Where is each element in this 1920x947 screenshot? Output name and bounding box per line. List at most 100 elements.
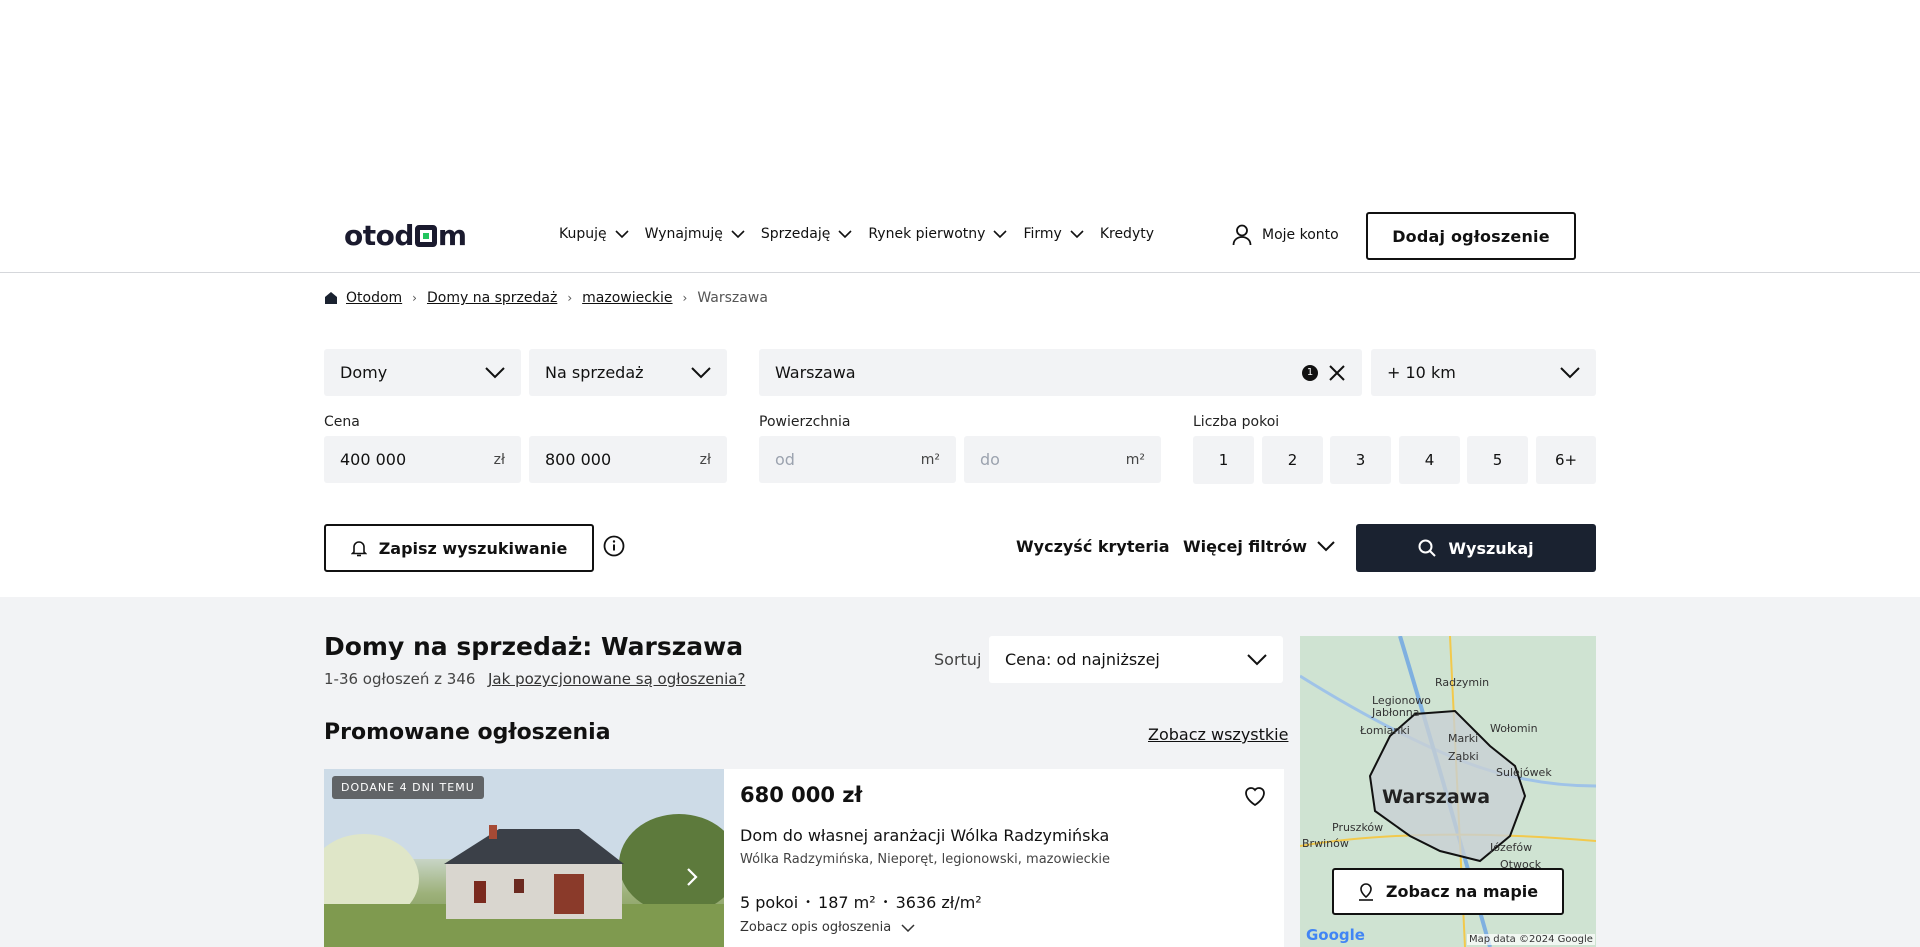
account-link[interactable]: Moje konto [1232,224,1339,246]
bullet-separator: • [805,897,812,908]
chevron-down-icon [1070,229,1084,238]
otodom-logo[interactable]: otod m [344,219,467,252]
show-map-button[interactable]: Zobacz na mapie [1332,868,1564,915]
listing-address: Wólka Radzymińska, Nieporęt, legionowski… [740,852,1110,867]
radius-select[interactable]: + 10 km [1371,349,1596,396]
nav-label: Kredyty [1099,226,1155,242]
see-all-link[interactable]: Zobacz wszystkie [1148,725,1288,744]
search-icon [1418,539,1437,557]
map-place: Pruszków [1332,821,1384,834]
home-icon [325,292,337,304]
map-place: Józefów [1490,841,1533,854]
transaction-value: Na sprzedaż [545,363,644,382]
map-attribution: Map data ©2024 Google [1467,934,1595,945]
chevron-down-icon [691,366,711,378]
listing-area: 187 m² [818,893,876,912]
nav-wynajmuje[interactable]: Wynajmuję [645,226,745,242]
currency-unit: zł [699,451,711,468]
rooms-option-2[interactable]: 2 [1262,436,1323,484]
sort-select[interactable]: Cena: od najniższej [989,636,1283,683]
heart-icon[interactable] [1243,785,1267,807]
show-description-label: Zobacz opis ogłoszenia [740,920,892,935]
save-search-button[interactable]: Zapisz wyszukiwanie [324,524,594,572]
results-count: 1-36 ogłoszeń z 346 [324,670,476,688]
chevron-down-icon [993,229,1008,238]
breadcrumb-mazowieckie[interactable]: mazowieckie [582,290,672,306]
more-filters-button[interactable]: Więcej filtrów [1183,537,1335,556]
search-button[interactable]: Wyszukaj [1356,524,1596,572]
listing-photo[interactable]: DODANE 4 DNI TEMU [324,769,724,947]
listing-price: 680 000 zł [740,783,863,807]
chevron-down-icon [731,229,745,238]
chevron-right-icon: › [412,291,417,305]
area-unit: m² [920,451,940,468]
nav-firmy[interactable]: Firmy [1023,226,1084,242]
bullet-separator: • [882,897,889,908]
chevron-down-icon [615,229,629,238]
listing-card[interactable]: DODANE 4 DNI TEMU 680 000 zł Dom do włas… [324,769,1284,947]
close-icon[interactable] [1328,364,1346,382]
area-to-placeholder: do [980,450,1000,469]
nav-kredyty[interactable]: Kredyty [1100,226,1154,242]
info-icon[interactable] [603,535,625,557]
nav-kupuje[interactable]: Kupuję [559,226,629,242]
breadcrumb-domy-na-sprzedaz[interactable]: Domy na sprzedaż [427,290,557,306]
listing-title[interactable]: Dom do własnej aranżacji Wólka Radzymińs… [740,826,1109,845]
breadcrumb-current: Warszawa [697,290,768,306]
listing-age-badge: DODANE 4 DNI TEMU [332,776,484,799]
price-to-field[interactable]: 800 000 zł [529,436,727,483]
price-from-field[interactable]: 400 000 zł [324,436,521,483]
chevron-down-icon [485,366,505,378]
user-icon [1232,224,1252,246]
breadcrumb-otodom[interactable]: Otodom [346,290,402,306]
area-unit: m² [1125,451,1145,468]
chevron-down-icon [838,229,852,238]
chevron-right-icon: › [682,291,688,305]
property-type-value: Domy [340,363,388,382]
show-description-toggle[interactable]: Zobacz opis ogłoszenia [740,920,915,935]
area-label: Powierzchnia [759,414,851,430]
price-from-value: 400 000 [340,450,407,469]
price-label: Cena [324,414,360,430]
transaction-select[interactable]: Na sprzedaż [529,349,727,396]
area-from-placeholder: od [775,450,795,469]
sort-value: Cena: od najniższej [1005,650,1160,669]
search-label: Wyszukaj [1448,538,1534,558]
bell-icon [350,541,367,557]
nav-sprzedaje[interactable]: Sprzedaję [761,226,852,242]
map-place: Wołomin [1490,722,1538,735]
clear-criteria-button[interactable]: Wyczyść kryteria [1016,537,1170,556]
save-search-label: Zapisz wyszukiwanie [378,538,568,558]
rooms-option-5[interactable]: 5 [1467,436,1528,484]
area-from-field[interactable]: od m² [759,436,956,483]
listing-price-per-m2: 3636 zł/m² [895,893,982,912]
chevron-right-icon[interactable] [686,867,698,887]
chevron-down-icon [1247,653,1267,665]
price-to-value: 800 000 [545,450,612,469]
ad-space [0,0,1920,200]
currency-unit: zł [493,451,505,468]
add-listing-button[interactable]: Dodaj ogłoszenie [1366,212,1576,260]
property-type-select[interactable]: Domy [324,349,521,396]
location-input[interactable]: Warszawa 1 [759,349,1362,396]
chevron-down-icon [1560,366,1580,378]
map-place: Brwinów [1302,837,1349,850]
rooms-option-1[interactable]: 1 [1193,436,1254,484]
area-to-field[interactable]: do m² [964,436,1161,483]
chevron-down-icon [901,923,915,932]
location-value: Warszawa [775,363,856,382]
map-place: Ząbki [1448,750,1479,763]
map-city-label: Warszawa [1382,786,1491,808]
ranking-info-link[interactable]: Jak pozycjonowane są ogłoszenia? [488,670,745,688]
map-place: Sulejówek [1496,766,1552,779]
page-title: Domy na sprzedaż: Warszawa [324,632,744,661]
promoted-heading: Promowane ogłoszenia [324,720,611,745]
rooms-option-6-plus[interactable]: 6+ [1536,436,1596,484]
map-preview[interactable]: Radzymin Legionowo Jabłonna Łomianki Mar… [1300,636,1596,947]
nav-label: Sprzedaję [760,226,831,242]
google-logo: Google [1306,926,1365,944]
main-nav: Kupuję Wynajmuję Sprzedaję Rynek pierwot… [559,226,1170,242]
rooms-option-4[interactable]: 4 [1399,436,1460,484]
nav-rynek-pierwotny[interactable]: Rynek pierwotny [868,226,1008,242]
rooms-option-3[interactable]: 3 [1330,436,1391,484]
